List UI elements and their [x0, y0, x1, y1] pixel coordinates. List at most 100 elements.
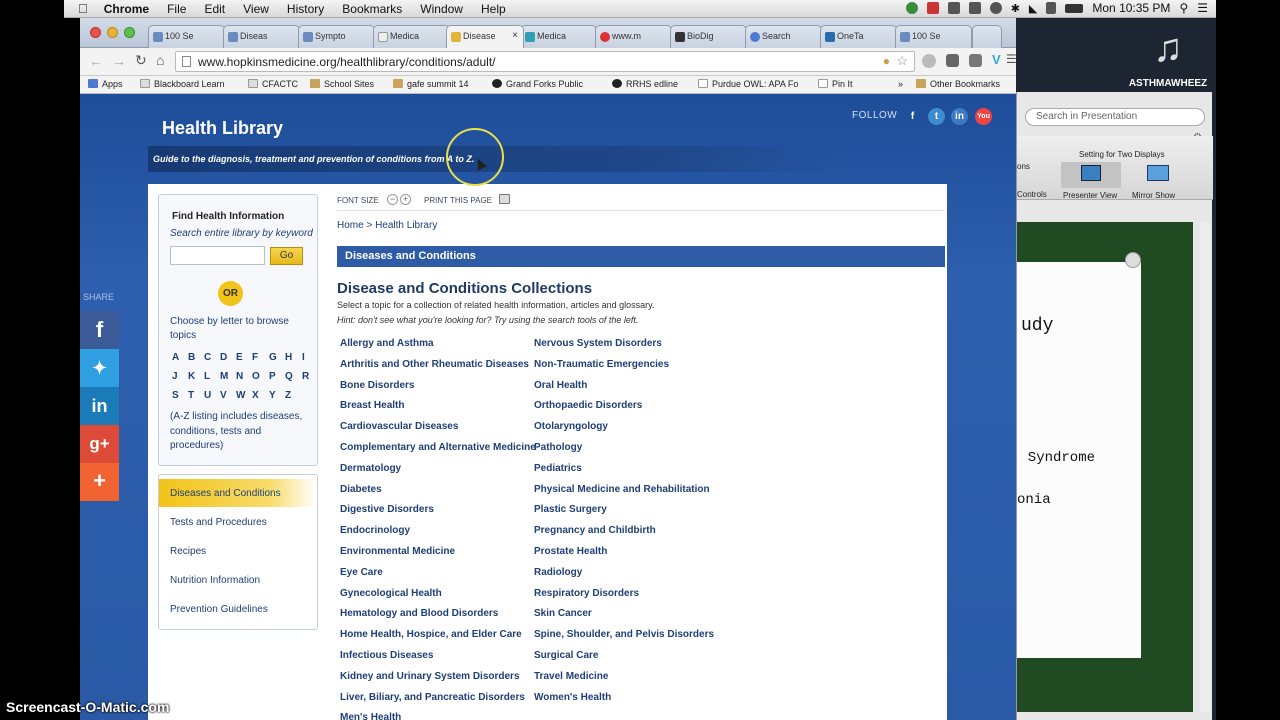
apple-icon[interactable]: 	[78, 1, 88, 16]
keynote-search-input[interactable]: Search in Presentation	[1025, 108, 1205, 126]
menu-view[interactable]: View	[243, 2, 269, 16]
keynote-slide-preview[interactable]: udy ; Syndrome onia	[1011, 252, 1141, 658]
share-linkedin-button[interactable]: in	[80, 387, 119, 425]
topic-link[interactable]: Men's Health	[340, 712, 401, 720]
menu-history[interactable]: History	[287, 2, 324, 16]
letter-link[interactable]: J	[172, 371, 178, 382]
address-bar[interactable]: www.hopkinsmedicine.org/healthlibrary/co…	[175, 51, 915, 72]
topic-link[interactable]: Skin Cancer	[534, 608, 592, 619]
letter-link[interactable]: B	[188, 352, 195, 363]
tab-www[interactable]: www.m	[595, 25, 672, 48]
tab-diseas[interactable]: Diseas	[223, 25, 300, 48]
letter-link[interactable]: O	[252, 371, 260, 382]
topic-link[interactable]: Cardiovascular Diseases	[340, 421, 458, 432]
topic-link[interactable]: Endocrinology	[340, 525, 410, 536]
window-minimize-button[interactable]	[107, 27, 118, 38]
letter-link[interactable]: X	[252, 390, 259, 401]
topic-link[interactable]: Liver, Biliary, and Pancreatic Disorders	[340, 692, 525, 703]
menu-window[interactable]: Window	[420, 2, 463, 16]
topic-link[interactable]: Environmental Medicine	[340, 546, 455, 557]
letter-link[interactable]: R	[302, 371, 309, 382]
letter-link[interactable]: G	[269, 352, 277, 363]
topic-link[interactable]: Travel Medicine	[534, 671, 608, 682]
letter-link[interactable]: U	[204, 390, 211, 401]
letter-link[interactable]: M	[220, 371, 228, 382]
bookmark-cfactc[interactable]: CFACTC	[248, 79, 298, 89]
status-drive-icon[interactable]	[947, 2, 960, 14]
go-button[interactable]: Go	[270, 247, 303, 265]
desktop-itunes-file[interactable]: ♫ ASTHMAWHEEZ	[1128, 22, 1208, 89]
topic-link[interactable]: Oral Health	[534, 380, 587, 391]
topic-link[interactable]: Breast Health	[340, 400, 404, 411]
share-twitter-button[interactable]: ✦	[80, 349, 119, 387]
extension-icon[interactable]: ●	[883, 54, 890, 68]
letter-link[interactable]: S	[172, 390, 179, 401]
facebook-follow-icon[interactable]: f	[904, 108, 921, 125]
bookmark-grand-forks[interactable]: Grand Forks Public	[492, 79, 583, 89]
keynote-scrollbar[interactable]	[1200, 222, 1210, 712]
letter-link[interactable]: E	[236, 352, 243, 363]
reload-button[interactable]: ↻	[135, 52, 147, 69]
youtube-follow-icon[interactable]: You	[975, 108, 992, 125]
nav-nutrition-information[interactable]: Nutrition Information	[159, 566, 317, 594]
topic-link[interactable]: Pregnancy and Childbirth	[534, 525, 656, 536]
twitter-follow-icon[interactable]: t	[928, 108, 945, 125]
letter-link[interactable]: A	[172, 352, 179, 363]
tab-search[interactable]: Search	[745, 25, 822, 48]
nav-tests-and-procedures[interactable]: Tests and Procedures	[159, 508, 317, 536]
topic-link[interactable]: Radiology	[534, 567, 582, 578]
menu-bookmarks[interactable]: Bookmarks	[342, 2, 402, 16]
extension-shield-icon[interactable]	[969, 54, 982, 67]
volume-icon[interactable]	[1046, 2, 1057, 14]
topic-link[interactable]: Respiratory Disorders	[534, 588, 639, 599]
list-icon[interactable]: ☰	[1197, 1, 1208, 15]
menu-help[interactable]: Help	[481, 2, 506, 16]
linkedin-follow-icon[interactable]: in	[951, 108, 968, 125]
topic-link[interactable]: Complementary and Alternative Medicine	[340, 442, 536, 453]
spotlight-icon[interactable]: ⚲	[1179, 1, 1188, 15]
topic-link[interactable]: Physical Medicine and Rehabilitation	[534, 484, 710, 495]
home-button[interactable]: ⌂	[156, 52, 164, 68]
topic-link[interactable]: Eye Care	[340, 567, 383, 578]
breadcrumb[interactable]: Home > Health Library	[337, 220, 437, 231]
topic-link[interactable]: Non-Traumatic Emergencies	[534, 359, 669, 370]
status-bell-icon[interactable]	[926, 2, 939, 14]
status-display-icon[interactable]	[968, 2, 981, 14]
bookmark-rrhs-edline[interactable]: RRHS edline	[612, 79, 678, 89]
extension-v-icon[interactable]: V	[992, 52, 1001, 67]
new-tab-button[interactable]	[972, 25, 1002, 48]
topic-link[interactable]: Infectious Diseases	[340, 650, 433, 661]
tab-close-icon[interactable]: ×	[512, 30, 518, 41]
battery-icon[interactable]	[1065, 3, 1084, 13]
letter-link[interactable]: H	[285, 352, 292, 363]
topic-link[interactable]: Pathology	[534, 442, 582, 453]
bookmark-other[interactable]: Other Bookmarks	[916, 79, 1000, 89]
tab-disease-active[interactable]: Disease ×	[446, 25, 524, 48]
topic-link[interactable]: Diabetes	[340, 484, 382, 495]
letter-link[interactable]: T	[188, 390, 194, 401]
forward-button[interactable]: →	[112, 53, 126, 69]
tab-biodig[interactable]: BioDig	[670, 25, 747, 48]
letter-link[interactable]: D	[220, 352, 227, 363]
window-close-button[interactable]	[90, 27, 101, 38]
letter-link[interactable]: F	[252, 352, 258, 363]
topic-link[interactable]: Otolaryngology	[534, 421, 608, 432]
letter-link[interactable]: N	[236, 371, 243, 382]
topic-link[interactable]: Surgical Care	[534, 650, 598, 661]
topic-link[interactable]: Arthritis and Other Rheumatic Diseases	[340, 359, 529, 370]
topic-link[interactable]: Prostate Health	[534, 546, 607, 557]
topic-link[interactable]: Plastic Surgery	[534, 504, 607, 515]
bookmark-school-sites[interactable]: School Sites	[310, 79, 374, 89]
menu-file[interactable]: File	[167, 2, 186, 16]
bookmark-pin-it[interactable]: Pin It	[818, 79, 853, 89]
tab-medica-2[interactable]: Medica	[520, 25, 597, 48]
bookmark-purdue-owl[interactable]: Purdue OWL: APA Fo	[698, 79, 798, 89]
chrome-menu-icon[interactable]: ☰	[1006, 52, 1017, 66]
share-googleplus-button[interactable]: g+	[80, 425, 119, 463]
status-time-machine-icon[interactable]	[989, 2, 1002, 14]
extension-w-icon[interactable]	[922, 54, 936, 68]
tab-medica-1[interactable]: Medica	[373, 25, 450, 48]
letter-link[interactable]: Z	[285, 390, 291, 401]
back-button[interactable]: ←	[89, 53, 103, 69]
wifi-icon[interactable]: ◣	[1029, 2, 1037, 15]
